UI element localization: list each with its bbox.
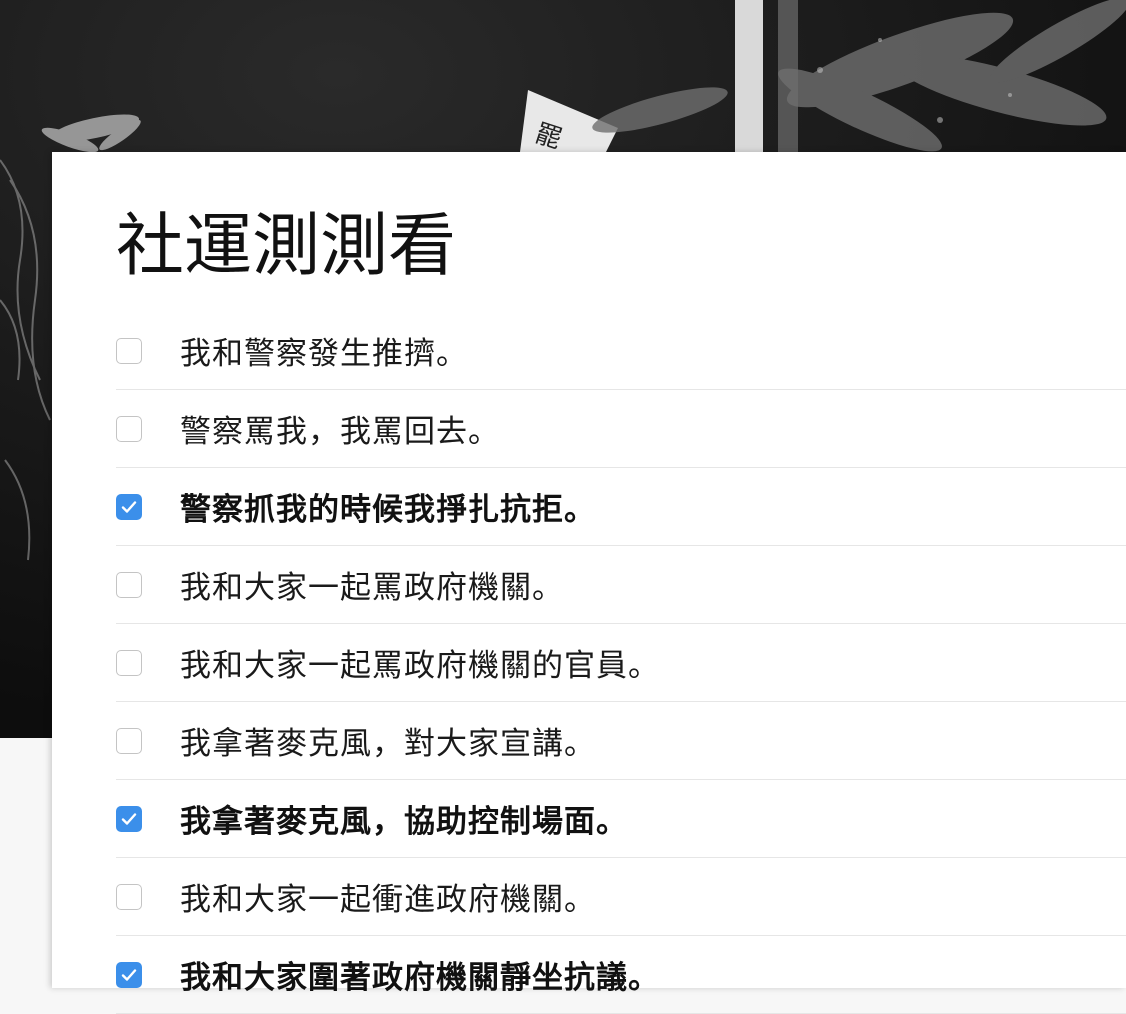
checkbox[interactable]: [116, 649, 142, 676]
checkbox[interactable]: [116, 961, 142, 988]
list-item[interactable]: 我和大家一起衝進政府機關。: [116, 858, 1126, 936]
checklist-item-label: 警察抓我的時候我掙扎抗拒。: [180, 492, 596, 528]
check-icon: [121, 500, 137, 513]
checklist-item-label: 我拿著麥克風，協助控制場面。: [180, 804, 628, 840]
checklist-item-label: 我和大家一起罵政府機關的官員。: [180, 648, 660, 684]
checkbox[interactable]: [116, 337, 142, 364]
checklist-item-label: 我和大家一起衝進政府機關。: [180, 882, 596, 918]
list-item[interactable]: 警察罵我，我罵回去。: [116, 390, 1126, 468]
list-item[interactable]: 我拿著麥克風，對大家宣講。: [116, 702, 1126, 780]
page-title: 社運測測看: [116, 207, 457, 286]
checkbox[interactable]: [116, 805, 142, 832]
list-item[interactable]: 我和警察發生推擠。: [116, 312, 1126, 390]
quiz-card: 社運測測看 我和警察發生推擠。 警察罵我，我罵回去。 警察抓我的時候我掙扎抗拒。…: [52, 152, 1126, 1014]
list-item[interactable]: 我和大家一起罵政府機關。: [116, 546, 1126, 624]
checklist: 我和警察發生推擠。 警察罵我，我罵回去。 警察抓我的時候我掙扎抗拒。 我和大家一…: [116, 312, 1126, 1014]
check-icon: [121, 812, 137, 825]
checkbox[interactable]: [116, 415, 142, 442]
checklist-item-label: 我和大家一起罵政府機關。: [180, 570, 564, 606]
list-item[interactable]: 警察抓我的時候我掙扎抗拒。: [116, 468, 1126, 546]
checkbox[interactable]: [116, 571, 142, 598]
checklist-item-label: 我和大家圍著政府機關靜坐抗議。: [180, 960, 660, 996]
checklist-item-label: 我和警察發生推擠。: [180, 336, 468, 372]
checkbox[interactable]: [116, 883, 142, 910]
checkbox[interactable]: [116, 727, 142, 754]
checklist-item-label: 警察罵我，我罵回去。: [180, 414, 500, 450]
check-icon: [121, 968, 137, 981]
checklist-item-label: 我拿著麥克風，對大家宣講。: [180, 726, 596, 762]
list-item[interactable]: 我拿著麥克風，協助控制場面。: [116, 780, 1126, 858]
checkbox[interactable]: [116, 493, 142, 520]
list-item[interactable]: 我和大家圍著政府機關靜坐抗議。: [116, 936, 1126, 1014]
list-item[interactable]: 我和大家一起罵政府機關的官員。: [116, 624, 1126, 702]
